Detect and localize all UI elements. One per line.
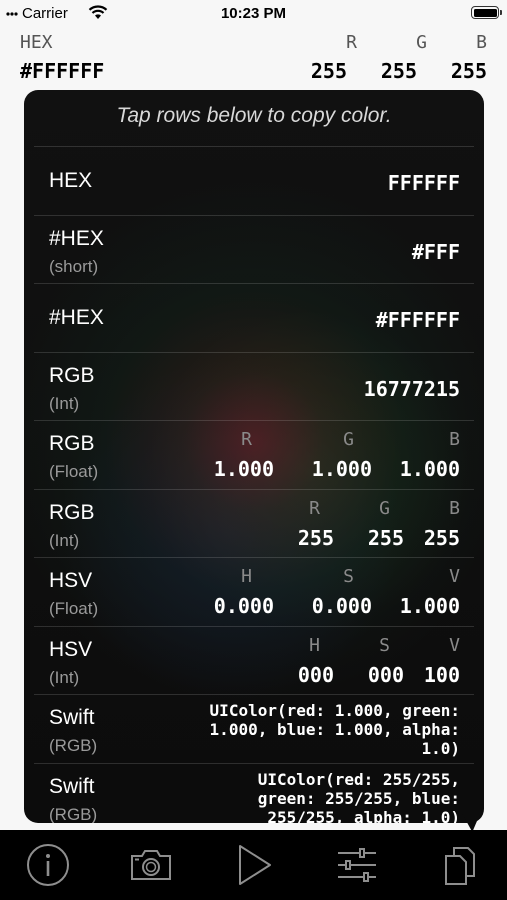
component-label: R bbox=[309, 497, 320, 519]
component-value: 000 bbox=[367, 662, 404, 687]
copy-icon bbox=[445, 847, 475, 885]
component-label: G bbox=[379, 497, 390, 519]
row-title: RGB bbox=[49, 432, 95, 455]
row-value: #FFFFFF bbox=[375, 308, 460, 332]
code-line: 1.000, blue: 1.000, alpha: bbox=[209, 720, 460, 739]
row-subtitle: (Float) bbox=[49, 462, 99, 481]
row-value: FFFFFF bbox=[387, 171, 460, 195]
row-subtitle: (Int) bbox=[49, 393, 80, 413]
row-hex-short[interactable]: #HEX (short) #FFF bbox=[34, 214, 474, 284]
component-label: S bbox=[379, 634, 390, 656]
row-title: HSV bbox=[49, 569, 93, 592]
play-button[interactable] bbox=[229, 840, 279, 890]
sliders-button[interactable] bbox=[332, 840, 382, 890]
component-value: 1.000 bbox=[399, 457, 460, 481]
camera-button[interactable] bbox=[126, 840, 176, 890]
row-subtitle: (RGB) bbox=[49, 804, 98, 824]
r-value: 255 bbox=[310, 59, 347, 83]
row-subtitle: (Int) bbox=[49, 667, 80, 687]
component-label: B bbox=[449, 497, 460, 519]
swift-code: UIColor(red: 1.000, green: 1.000, blue: … bbox=[140, 701, 460, 758]
component-label: R bbox=[241, 429, 252, 450]
row-subtitle: (Float) bbox=[49, 599, 99, 618]
hex-label: HEX bbox=[20, 32, 53, 53]
row-swift-float[interactable]: Swift (RGB) UIColor(red: 1.000, green: 1… bbox=[34, 694, 474, 763]
component-value: 1.000 bbox=[311, 457, 372, 481]
row-title: RGB bbox=[49, 363, 95, 387]
row-rgb-int-single[interactable]: RGB (Int) 16777215 bbox=[34, 351, 474, 421]
component-label: G bbox=[343, 429, 354, 450]
row-title: RGB bbox=[49, 500, 95, 524]
component-value: 000 bbox=[297, 662, 334, 687]
row-hex[interactable]: HEX FFFFFF bbox=[34, 146, 474, 215]
r-label: R bbox=[346, 32, 357, 53]
component-value: 0.000 bbox=[213, 594, 274, 618]
component-label: V bbox=[449, 634, 460, 656]
row-swift-int[interactable]: Swift (RGB) UIColor(red: 255/255, green:… bbox=[34, 762, 474, 824]
component-label: V bbox=[449, 566, 460, 587]
b-label: B bbox=[476, 32, 487, 53]
component-value: 0.000 bbox=[311, 594, 372, 618]
component-label: H bbox=[309, 634, 320, 656]
row-title: Swift bbox=[49, 706, 95, 729]
copy-button[interactable] bbox=[435, 840, 485, 890]
component-value: 1.000 bbox=[213, 457, 274, 481]
component-value: 255 bbox=[423, 525, 460, 550]
component-label: S bbox=[343, 566, 354, 587]
component-value: 1.000 bbox=[399, 594, 460, 618]
sliders-icon bbox=[338, 848, 376, 882]
row-value: 16777215 bbox=[363, 376, 460, 401]
camera-icon bbox=[131, 850, 171, 880]
row-rgb-int[interactable]: RGB (Int) R G B 255 255 255 bbox=[34, 488, 474, 558]
component-value: 255 bbox=[367, 525, 404, 550]
code-line: UIColor(red: 255/255, bbox=[257, 769, 460, 789]
color-header: HEX R G B #FFFFFF 255 255 255 bbox=[0, 28, 507, 88]
code-line: UIColor(red: 1.000, green: bbox=[209, 701, 460, 720]
row-title: HEX bbox=[49, 169, 93, 192]
status-bar: Carrier 10:23 PM bbox=[0, 0, 507, 28]
copy-popover: Tap rows below to copy color. HEX FFFFFF… bbox=[24, 90, 484, 823]
battery-icon bbox=[471, 6, 502, 19]
status-time: 10:23 PM bbox=[220, 5, 287, 22]
row-hsv-float[interactable]: HSV (Float) H S V 0.000 0.000 1.000 bbox=[34, 557, 474, 626]
b-value: 255 bbox=[450, 59, 487, 83]
code-line: 1.0) bbox=[421, 739, 460, 758]
component-label: B bbox=[449, 429, 460, 450]
g-value: 255 bbox=[380, 59, 417, 83]
row-hsv-int[interactable]: HSV (Int) H S V 000 000 100 bbox=[34, 625, 474, 695]
component-value: 100 bbox=[423, 662, 460, 687]
g-label: G bbox=[416, 32, 427, 53]
row-subtitle: (RGB) bbox=[49, 736, 98, 755]
play-icon bbox=[239, 845, 271, 885]
code-line: green: 255/255, blue: bbox=[257, 788, 460, 808]
row-title: HSV bbox=[49, 637, 93, 661]
tab-bar bbox=[0, 830, 507, 900]
row-subtitle: (short) bbox=[49, 256, 99, 276]
popover-hint: Tap rows below to copy color. bbox=[116, 104, 392, 127]
row-title: #HEX bbox=[49, 226, 104, 250]
swift-code: UIColor(red: 255/255, green: 255/255, bl… bbox=[140, 770, 460, 824]
component-value: 255 bbox=[297, 525, 334, 550]
row-rgb-float[interactable]: RGB (Float) R G B 1.000 1.000 1.000 bbox=[34, 420, 474, 489]
component-label: H bbox=[241, 566, 252, 587]
info-icon bbox=[27, 844, 69, 886]
row-title: Swift bbox=[49, 774, 95, 798]
row-value: #FFF bbox=[411, 239, 460, 264]
format-list: HEX FFFFFF #HEX (short) #FFF #HEX #FFFFF… bbox=[34, 146, 474, 823]
row-title: #HEX bbox=[49, 306, 104, 329]
info-button[interactable] bbox=[23, 840, 73, 890]
row-subtitle: (Int) bbox=[49, 530, 80, 550]
row-hash-hex[interactable]: #HEX #FFFFFF bbox=[34, 283, 474, 352]
hex-value: #FFFFFF bbox=[20, 59, 105, 83]
code-line: 255/255, alpha: 1.0) bbox=[267, 807, 460, 824]
